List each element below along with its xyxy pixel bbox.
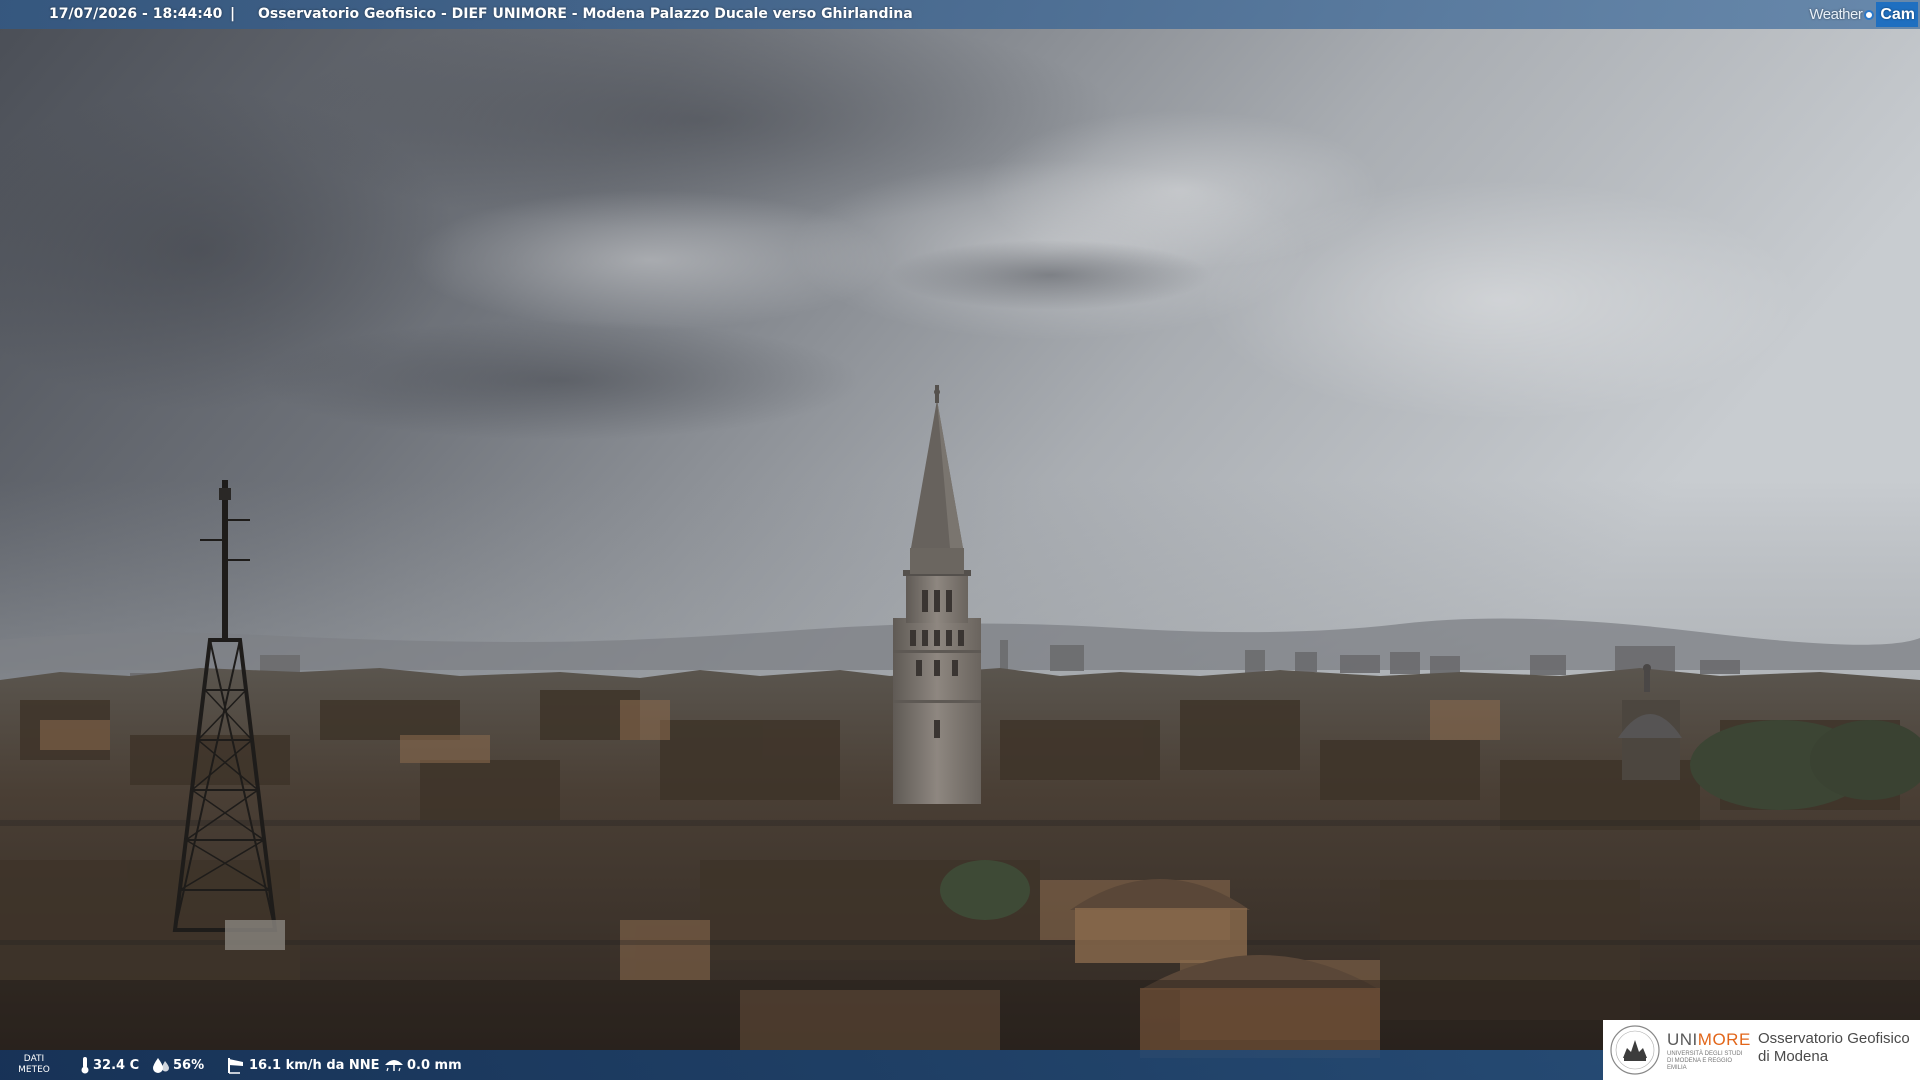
university-seal-icon <box>1610 1025 1660 1075</box>
rain-gauge-icon <box>385 1060 403 1072</box>
wind-sock-icon <box>228 1058 243 1074</box>
unimore-logo-box: UNIMORE UNIVERSITÀ DEGLI STUDI DI MODENA… <box>1603 1020 1920 1080</box>
temperature-value: 32.4 C <box>93 1057 140 1073</box>
weathercam-weather-text: Weather <box>1809 6 1863 23</box>
top-info-bar: 17/07/2026 - 18:44:40 | Osservatorio Geo… <box>0 0 1920 29</box>
camera-title: Osservatorio Geofisico - DIEF UNIMORE - … <box>258 6 913 22</box>
weathercam-lens-icon <box>1864 9 1875 20</box>
separator: | <box>230 6 236 22</box>
humidity-drop-icon <box>153 1058 169 1073</box>
weathercam-logo: Weather Cam <box>1809 0 1920 29</box>
timestamp: 17/07/2026 - 18:44:40 <box>49 6 223 22</box>
weathercam-cam-text: Cam <box>1876 2 1918 27</box>
observatory-name: Osservatorio Geofisico di Modena <box>1758 1030 1910 1065</box>
rain-value: 0.0 mm <box>407 1057 462 1073</box>
city-skyline-image <box>0 0 1920 1080</box>
thermometer-icon <box>81 1057 89 1074</box>
humidity-reading: 56% <box>152 1050 204 1080</box>
unimore-wordmark: UNIMORE <box>1667 1030 1751 1049</box>
rain-reading: 0.0 mm <box>384 1050 462 1080</box>
weather-section-label: DATI METEO <box>18 1054 50 1075</box>
webcam-view <box>0 0 1920 1080</box>
humidity-value: 56% <box>173 1057 205 1073</box>
wind-reading: 16.1 km/h da NNE <box>226 1050 380 1080</box>
temperature-reading: 32.4 C <box>80 1050 139 1080</box>
wind-value: 16.1 km/h da NNE <box>249 1057 380 1073</box>
university-subtitle: UNIVERSITÀ DEGLI STUDI DI MODENA E REGGI… <box>1667 1051 1743 1071</box>
